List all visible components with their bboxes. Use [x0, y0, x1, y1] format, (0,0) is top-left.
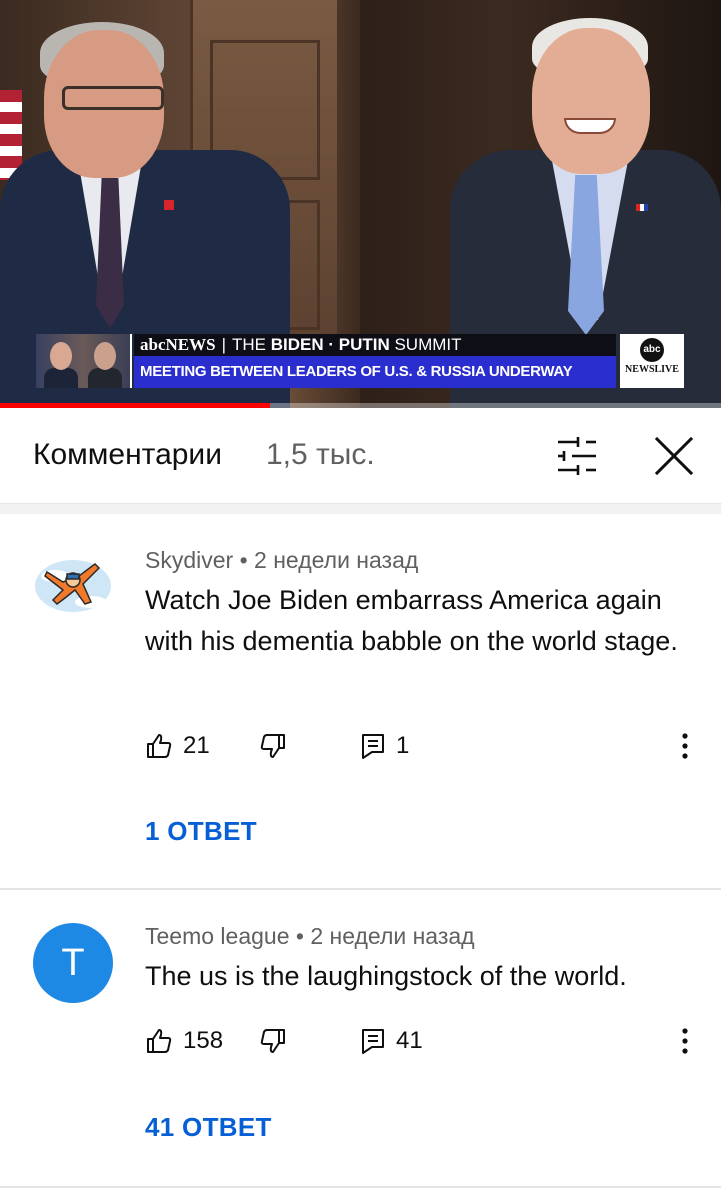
view-replies-link[interactable]: 41 ОТВЕТ	[145, 1112, 272, 1143]
reply-button[interactable]: 1	[360, 726, 409, 766]
like-button[interactable]: 21	[145, 726, 210, 766]
reply-count: 41	[396, 1027, 423, 1054]
news-live-label: NEWSLIVE	[625, 364, 679, 375]
like-count: 21	[183, 732, 210, 759]
comment-separator	[0, 1186, 721, 1188]
abc-logo-circle: abc	[640, 338, 664, 362]
sort-button[interactable]	[552, 434, 602, 478]
chyron-names: BIDEN · PUTIN	[270, 335, 390, 354]
skydiver-avatar-icon	[35, 560, 111, 612]
comment-text: The us is the laughingstock of the world…	[145, 961, 627, 991]
chyron-top-bar: abcNEWS | THE BIDEN · PUTIN SUMMIT	[134, 334, 616, 356]
thumbs-up-icon	[147, 1029, 172, 1053]
like-button[interactable]: 158	[145, 1021, 223, 1061]
comment-item: Skydiver • 2 недели назад Watch Joe Bide…	[0, 514, 721, 888]
abc-news-live-logo: abc NEWSLIVE	[620, 334, 684, 388]
comment-meta: Skydiver • 2 недели назад	[145, 547, 418, 574]
chyron-thumbnail	[36, 334, 132, 388]
comment-text: Watch Joe Biden embarrass America again …	[145, 585, 678, 656]
comments-header: Комментарии 1,5 тыс.	[0, 408, 721, 504]
avatar[interactable]	[33, 546, 113, 626]
chyron-headline: MEETING BETWEEN LEADERS OF U.S. & RUSSIA…	[134, 356, 616, 388]
more-vertical-icon	[682, 733, 688, 759]
comment-actions: 21 1	[145, 726, 705, 766]
dislike-button[interactable]	[259, 726, 287, 766]
close-icon	[654, 436, 694, 476]
reply-button[interactable]: 41	[360, 1021, 423, 1061]
chyron-brand: abcNEWS	[140, 335, 216, 354]
reply-comment-icon	[362, 1029, 384, 1054]
comment-meta: Teemo league • 2 недели назад	[145, 923, 475, 950]
more-vertical-icon	[682, 1028, 688, 1054]
sort-filter-icon	[558, 437, 596, 475]
thumbs-down-icon	[260, 734, 285, 758]
reply-count: 1	[396, 732, 410, 759]
chyron-summit: SUMMIT	[394, 335, 462, 354]
comment-item: T Teemo league • 2 недели назад The us i…	[0, 890, 721, 1188]
comments-title: Комментарии	[33, 438, 222, 471]
more-options-button[interactable]	[670, 726, 700, 766]
avatar[interactable]: T	[33, 923, 113, 1003]
comment-author[interactable]: Teemo league	[145, 923, 290, 949]
view-replies-link[interactable]: 1 ОТВЕТ	[145, 816, 257, 847]
dislike-button[interactable]	[259, 1021, 287, 1061]
reply-comment-icon	[362, 734, 384, 759]
like-count: 158	[183, 1027, 224, 1054]
thumbs-down-icon	[260, 1029, 285, 1053]
chyron-the: THE	[232, 335, 266, 354]
comments-count: 1,5 тыс.	[266, 438, 375, 471]
header-divider	[0, 504, 721, 514]
more-options-button[interactable]	[670, 1021, 700, 1061]
comment-time: • 2 недели назад	[239, 547, 419, 573]
comment-author[interactable]: Skydiver	[145, 547, 233, 573]
comment-time: • 2 недели назад	[295, 923, 475, 949]
chyron-divider: |	[221, 335, 226, 354]
video-player[interactable]: abcNEWS | THE BIDEN · PUTIN SUMMIT MEETING…	[0, 0, 721, 408]
thumbs-up-icon	[147, 734, 172, 758]
close-button[interactable]	[648, 430, 700, 482]
news-chyron: abcNEWS | THE BIDEN · PUTIN SUMMIT MEETING…	[36, 334, 616, 388]
comment-actions: 158 41	[145, 1021, 705, 1061]
